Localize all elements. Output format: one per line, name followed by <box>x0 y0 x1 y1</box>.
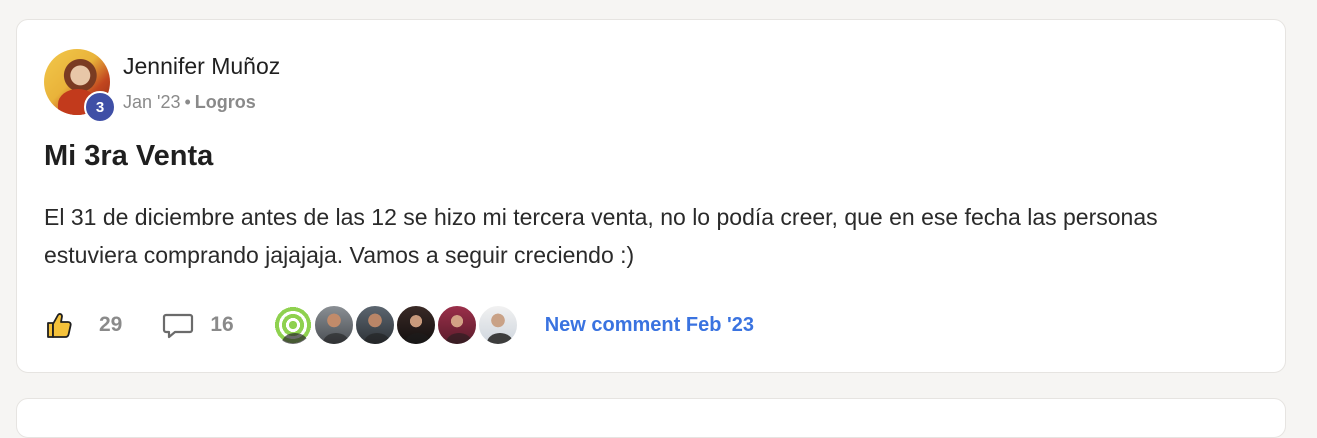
author-name[interactable]: Jennifer Muñoz <box>123 53 280 80</box>
commenter-avatar[interactable] <box>271 304 314 346</box>
post-meta: Jan '23 • Logros <box>123 92 256 113</box>
meta-separator: • <box>184 92 191 112</box>
comment-count: 16 <box>210 313 234 336</box>
new-comment-link[interactable]: New comment Feb '23 <box>545 314 754 337</box>
like-button[interactable]: 29 <box>44 310 122 340</box>
comment-icon <box>163 313 194 339</box>
thumbs-up-icon <box>47 313 72 338</box>
commenter-avatar[interactable] <box>435 304 478 346</box>
post-body: El 31 de diciembre antes de las 12 se hi… <box>44 204 1158 268</box>
post-footer: 29 16 New comment Feb '23 <box>44 303 754 347</box>
commenter-avatar[interactable] <box>476 304 519 346</box>
post-card[interactable]: 3 Jennifer Muñoz Jan '23 • Logros Mi 3ra V… <box>16 19 1286 373</box>
like-count: 29 <box>99 313 123 336</box>
comment-button[interactable]: 16 <box>162 310 234 340</box>
commenter-avatar[interactable] <box>312 304 355 346</box>
next-post-card[interactable] <box>16 398 1286 438</box>
author-avatar-wrap[interactable]: 3 <box>44 49 116 123</box>
post-date[interactable]: Jan '23 <box>123 92 180 112</box>
commenter-avatar[interactable] <box>394 304 437 346</box>
post-title[interactable]: Mi 3ra Venta <box>44 140 213 173</box>
commenter-avatars <box>271 304 519 346</box>
commenter-avatar[interactable] <box>353 304 396 346</box>
post-category[interactable]: Logros <box>195 92 256 112</box>
level-badge: 3 <box>84 91 116 123</box>
